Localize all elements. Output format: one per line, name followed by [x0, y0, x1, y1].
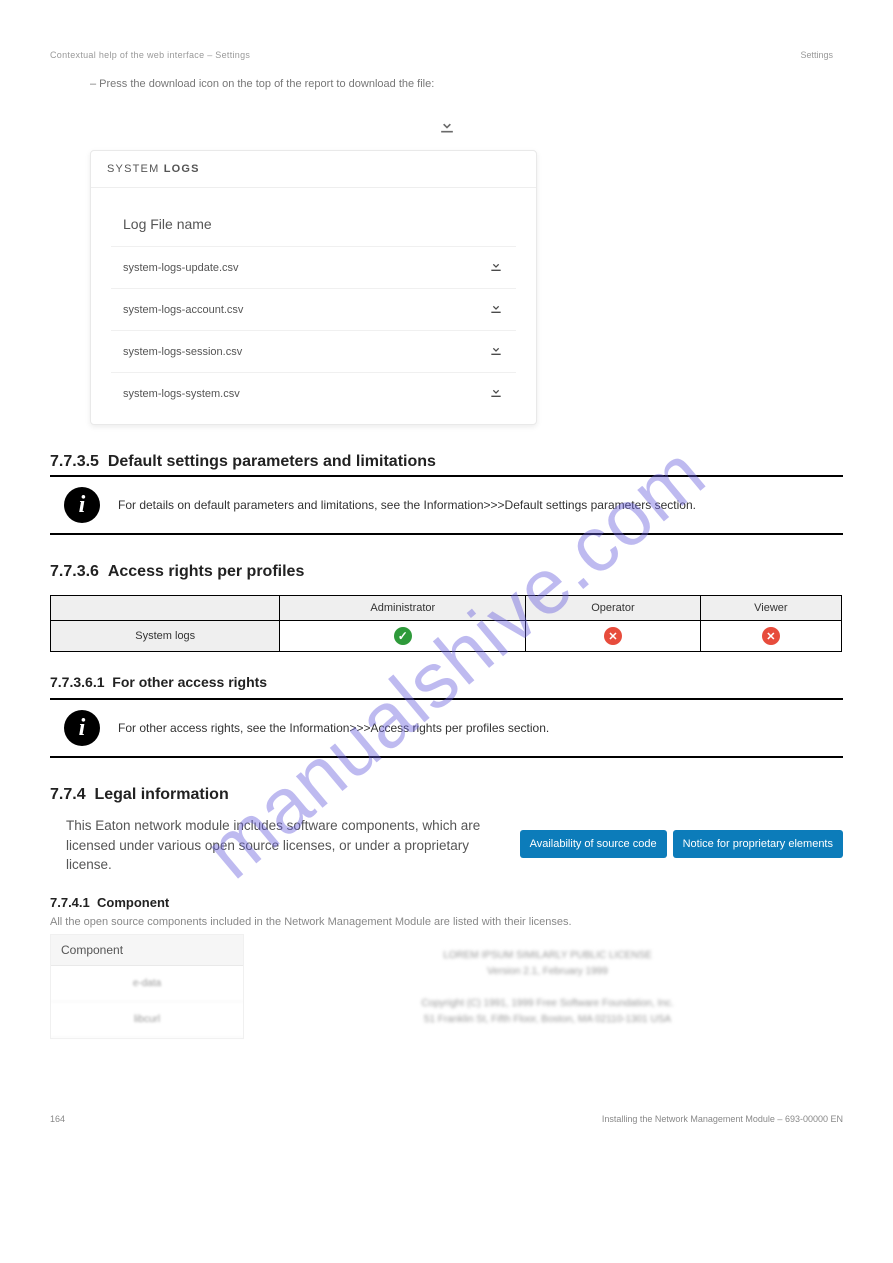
table-cell-viewer: ✕ — [700, 621, 841, 652]
table-cell-admin: ✓ — [280, 621, 526, 652]
info-icon: i — [64, 710, 100, 746]
log-filename: system-logs-update.csv — [123, 262, 239, 274]
table-cell-operator: ✕ — [526, 621, 701, 652]
card-title: SYSTEM LOGS — [91, 151, 536, 188]
log-filename: system-logs-session.csv — [123, 346, 242, 358]
component-list: Component e-data libcurl — [50, 934, 244, 1039]
component-list-header: Component — [51, 935, 243, 966]
info-icon: i — [64, 487, 100, 523]
table-header-operator: Operator — [526, 596, 701, 621]
info-callout-default: i For details on default parameters and … — [50, 475, 843, 535]
log-filename: system-logs-account.csv — [123, 304, 243, 316]
download-all-icon[interactable] — [50, 115, 843, 140]
availability-source-button[interactable]: Availability of source code — [520, 830, 667, 858]
download-icon[interactable] — [488, 257, 504, 278]
x-icon: ✕ — [762, 627, 780, 645]
info-callout-access: i For other access rights, see the Infor… — [50, 698, 843, 758]
table-row-label: System logs — [51, 621, 280, 652]
page-number: 164 — [50, 1114, 65, 1124]
footer-doc-title: Installing the Network Management Module… — [602, 1114, 843, 1124]
check-icon: ✓ — [394, 627, 412, 645]
log-row: system-logs-system.csv — [111, 372, 516, 414]
breadcrumb-left: Contextual help of the web interface – S… — [50, 50, 843, 60]
table-header-admin: Administrator — [280, 596, 526, 621]
section-component-heading: 7.7.4.1 Component — [50, 895, 843, 910]
callout-text: For details on default parameters and li… — [118, 497, 696, 513]
notice-proprietary-button[interactable]: Notice for proprietary elements — [673, 830, 843, 858]
section-legal-heading: 7.7.4 Legal information — [50, 786, 843, 804]
breadcrumb-right: Settings — [800, 50, 833, 60]
download-icon[interactable] — [488, 383, 504, 404]
legal-description: This Eaton network module includes softw… — [66, 816, 486, 875]
table-header-empty — [51, 596, 280, 621]
component-intro: All the open source components included … — [50, 916, 843, 928]
section-access-heading: 7.7.3.6 Access rights per profiles — [50, 563, 843, 581]
download-icon[interactable] — [488, 299, 504, 320]
x-icon: ✕ — [604, 627, 622, 645]
access-rights-table: Administrator Operator Viewer System log… — [50, 595, 842, 652]
log-row: system-logs-session.csv — [111, 330, 516, 372]
license-text-preview: LOREM IPSUM SIMILARLY PUBLIC LICENSE Ver… — [252, 934, 843, 1042]
system-logs-card: SYSTEM LOGS Log File name system-logs-up… — [90, 150, 537, 425]
section-default-heading: 7.7.3.5 Default settings parameters and … — [50, 453, 843, 471]
component-item[interactable]: libcurl — [51, 1002, 243, 1038]
log-filename: system-logs-system.csv — [123, 388, 240, 400]
download-icon[interactable] — [488, 341, 504, 362]
column-header-filename: Log File name — [111, 206, 516, 246]
log-row: system-logs-update.csv — [111, 246, 516, 288]
table-header-viewer: Viewer — [700, 596, 841, 621]
log-row: system-logs-account.csv — [111, 288, 516, 330]
sub-heading-other-access: 7.7.3.6.1 For other access rights — [50, 674, 843, 690]
component-item[interactable]: e-data — [51, 966, 243, 1002]
callout-text: For other access rights, see the Informa… — [118, 720, 549, 736]
download-instruction: – Press the download icon on the top of … — [90, 78, 843, 90]
